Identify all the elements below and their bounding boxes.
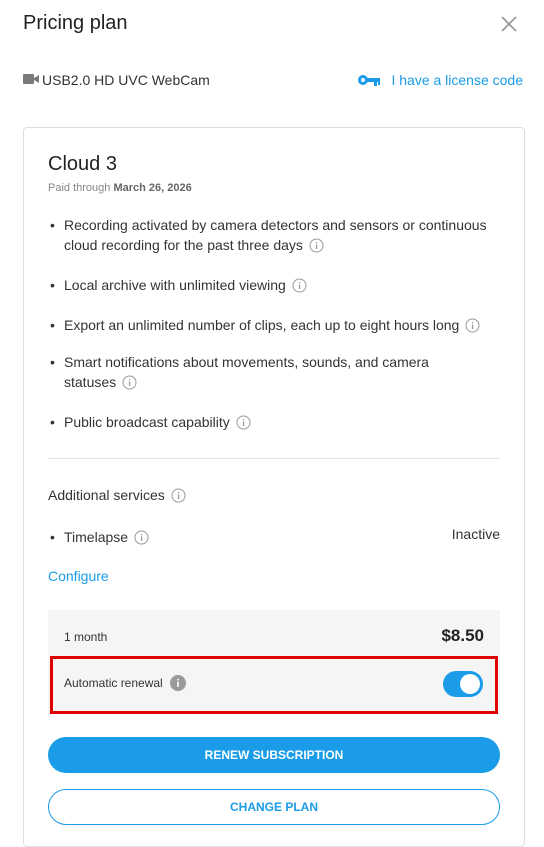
timelapse-label: Timelapse [64,529,129,545]
key-icon[interactable] [357,73,381,87]
camera-icon [23,74,39,84]
bullet: • [50,217,55,233]
bullet: • [50,414,55,430]
feature-item: • Recording activated by camera detector… [48,215,498,255]
close-icon[interactable] [498,13,520,35]
change-plan-button[interactable]: CHANGE PLAN [48,789,500,825]
bullet: • [50,354,55,370]
paid-through-prefix: Paid through [48,182,114,194]
auto-renewal-label: Automatic renewal [64,676,163,690]
info-icon[interactable] [134,530,149,545]
auto-renewal-row: Automatic renewal [50,656,498,714]
divider [48,458,500,459]
info-icon[interactable] [465,318,480,333]
billing-period: 1 month [64,630,108,644]
billing-box: 1 month $8.50 Automatic renewal [48,610,500,714]
billing-price: $8.50 [441,626,484,645]
feature-line-text: Export an unlimited number of clips, eac… [64,317,460,333]
device-row: USB2.0 HD UVC WebCam I have a license co… [23,70,523,90]
feature-line: Smart notifications about movements, sou… [64,354,429,370]
license-code-link[interactable]: I have a license code [357,70,523,90]
license-link-label[interactable]: I have a license code [391,72,523,88]
info-icon[interactable] [170,675,186,691]
feature-line: Local archive with unlimited viewing [64,275,498,295]
auto-renewal-toggle[interactable] [443,671,483,697]
plan-name: Cloud 3 [48,153,117,175]
feature-line: Recording activated by camera detectors … [64,217,487,233]
renew-subscription-button[interactable]: RENEW SUBSCRIPTION [48,737,500,773]
info-icon[interactable] [171,488,186,503]
feature-item: • Export an unlimited number of clips, e… [48,315,498,335]
bullet: • [50,277,55,293]
info-icon[interactable] [236,415,251,430]
timelapse-item: • Timelapse [48,529,500,549]
feature-line-text: Public broadcast capability [64,414,230,430]
info-icon[interactable] [309,238,324,253]
bullet: • [50,317,55,333]
timelapse-status: Inactive [451,526,500,542]
feature-line-text: cloud recording for the past three days [64,237,303,253]
device-name: USB2.0 HD UVC WebCam [42,72,210,88]
info-icon[interactable] [292,278,307,293]
feature-line: Public broadcast capability [64,412,498,432]
dialog-title: Pricing plan [23,12,128,34]
feature-line-text: Local archive with unlimited viewing [64,277,286,293]
feature-line: statuses [64,372,498,392]
feature-item: • Local archive with unlimited viewing [48,275,498,295]
configure-link[interactable]: Configure [48,568,109,584]
additional-services-title: Additional services [48,487,186,503]
paid-through-date: March 26, 2026 [113,182,192,194]
paid-through: Paid through March 26, 2026 [48,182,192,194]
feature-line: Export an unlimited number of clips, eac… [64,315,498,335]
feature-line-text: statuses [64,374,117,390]
additional-services-label: Additional services [48,487,165,503]
toggle-knob [460,674,480,694]
dialog-header: Pricing plan [0,0,544,60]
feature-item: • Smart notifications about movements, s… [48,352,498,392]
plan-card: Cloud 3 Paid through March 26, 2026 • Re… [23,127,525,847]
feature-item: • Public broadcast capability [48,412,498,432]
feature-line: cloud recording for the past three days [64,235,498,255]
close-button[interactable] [498,13,520,35]
bullet: • [50,529,55,545]
info-icon[interactable] [122,375,137,390]
